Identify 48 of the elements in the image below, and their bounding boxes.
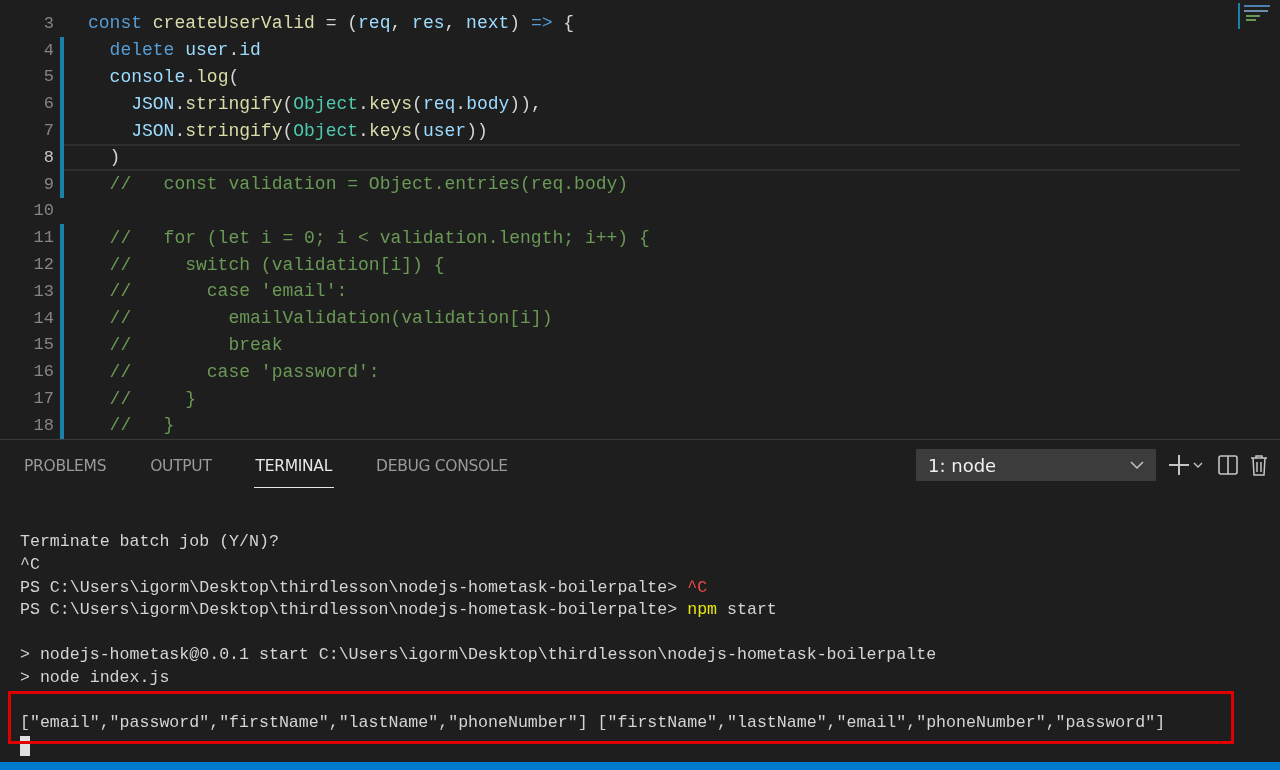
terminal-cursor [20, 735, 30, 756]
line-number: 12 [32, 255, 54, 275]
code-line: // case 'email': [108, 281, 348, 302]
code-line: // } [108, 388, 197, 409]
trash-icon[interactable] [1250, 454, 1268, 476]
line-number: 9 [42, 174, 54, 194]
line-number: 13 [32, 281, 54, 301]
terminal-line: > node index.js [20, 667, 170, 687]
panel-tab[interactable]: DEBUG CONSOLE [374, 442, 510, 488]
terminal-select[interactable]: 1: node [916, 449, 1156, 481]
line-number: 11 [32, 228, 54, 248]
line-number: 17 [32, 389, 54, 409]
code-line: ) [108, 147, 121, 168]
code-line: console.log( [108, 67, 240, 87]
line-number: 10 [32, 201, 54, 221]
code-line: // break [108, 334, 283, 355]
terminal-line: PS C:\Users\igorm\Desktop\thirdlesson\nodejs-hometask-boilerpalte> npm start [20, 600, 777, 620]
code-line: JSON.stringify(Object.keys(req.body)), [130, 93, 542, 114]
code-line: // } [108, 415, 175, 436]
terminal-line: > nodejs-hometask@0.0.1 start C:\Users\igorm\Desktop\thirdlesson\nodejs-hometask-boilerpalte [20, 645, 937, 665]
line-number: 7 [42, 121, 54, 141]
terminal-line: PS C:\Users\igorm\Desktop\thirdlesson\nodejs-hometask-boilerpalte> ^C [20, 577, 708, 597]
code-line: // for (let i = 0; i < validation.length; i++) { [108, 227, 650, 248]
terminal-line: ^C [20, 555, 40, 574]
code-line: // case 'password': [108, 361, 380, 382]
line-number: 6 [42, 94, 54, 114]
line-number: 5 [42, 67, 54, 87]
line-number: 18 [32, 415, 54, 435]
terminal-line: ["email","password","firstName","lastName","phoneNumber"] ["firstName","lastName","email","phoneNumber","password"] [20, 713, 1166, 733]
chevron-down-icon [1130, 460, 1144, 470]
panel-tab[interactable]: OUTPUT [148, 442, 214, 488]
code-line: // emailValidation(validation[i]) [108, 308, 553, 329]
line-number: 4 [42, 40, 54, 60]
code-line: JSON.stringify(Object.keys(user)) [130, 120, 488, 141]
terminal-line: Terminate batch job (Y/N)? [20, 532, 279, 552]
code-line: // switch (validation[i]) { [108, 254, 445, 275]
line-number: 16 [32, 362, 54, 382]
minimap-drawing [1238, 0, 1272, 30]
line-number: 14 [32, 308, 54, 328]
panel-tab[interactable]: TERMINAL [253, 442, 334, 488]
code-line: delete user.id [108, 40, 261, 61]
panel-tab[interactable]: PROBLEMS [22, 442, 109, 488]
line-number: 15 [32, 335, 54, 355]
code-line: const createUserValid = (req, res, next) => { [88, 13, 575, 34]
line-number: 3 [42, 13, 54, 33]
split-terminal-icon[interactable] [1218, 455, 1238, 475]
code-line: // const validation = Object.entries(req.body) [108, 174, 629, 195]
line-number: 8 [42, 147, 54, 167]
